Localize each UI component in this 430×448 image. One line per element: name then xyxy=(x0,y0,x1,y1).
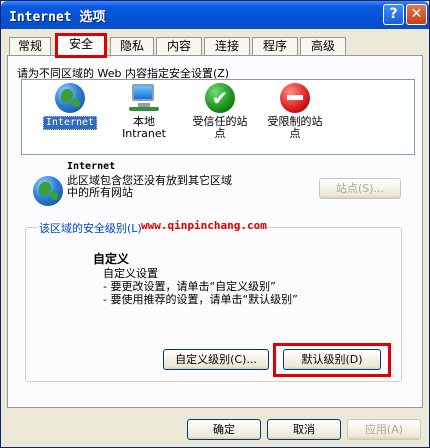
default-level-button[interactable]: 默认级别(D) xyxy=(283,349,381,370)
security-level-line: - 要使用推荐的设置，请单击“默认级别” xyxy=(103,293,298,306)
close-button[interactable]: ✕ xyxy=(406,4,427,25)
window-title: Internet 选项 xyxy=(9,10,106,25)
zone-restricted-sites[interactable]: 受限制的站 点 xyxy=(256,83,334,140)
zone-trusted-sites[interactable]: ✔ 受信任的站 点 xyxy=(181,83,259,140)
restricted-sites-icon xyxy=(280,83,310,113)
security-level-line: 自定义设置 xyxy=(103,267,158,280)
zone-local-intranet[interactable]: 本地 Intranet xyxy=(105,83,183,140)
tab-general[interactable]: 常规 xyxy=(9,37,51,55)
help-button[interactable]: ? xyxy=(383,4,404,25)
security-level-line: - 要更改设置，请单击“自定义级别” xyxy=(103,280,276,293)
selected-zone-title: Internet xyxy=(67,161,116,172)
title-bar[interactable]: Internet 选项 ? ✕ xyxy=(1,1,429,29)
apply-button[interactable]: 应用(A) xyxy=(347,419,421,440)
tab-connections[interactable]: 连接 xyxy=(204,37,250,55)
globe-icon xyxy=(55,83,85,113)
zone-internet-label: Internet xyxy=(42,116,98,130)
security-level-legend: 该区域的安全级别(L) xyxy=(37,220,144,236)
tab-security[interactable]: 安全 xyxy=(55,33,107,58)
internet-options-window: Internet 选项 ? ✕ 常规 安全 隐私 内容 连接 程序 高级 请为不… xyxy=(0,0,430,448)
custom-level-button[interactable]: 自定义级别(C)... xyxy=(163,349,269,370)
tab-content[interactable]: 内容 xyxy=(156,37,202,55)
ok-button[interactable]: 确定 xyxy=(187,419,261,440)
watermark-text: www.qinpinchang.com xyxy=(141,219,267,232)
zone-local-intranet-label: 本地 Intranet xyxy=(122,115,166,140)
zone-restricted-sites-label: 受限制的站 点 xyxy=(267,115,323,140)
trusted-sites-icon: ✔ xyxy=(205,83,235,113)
tab-advanced[interactable]: 高级 xyxy=(300,37,346,55)
zone-internet[interactable]: Internet xyxy=(31,83,109,130)
security-level-description: 自定义设置 - 要更改设置，请单击“自定义级别” - 要使用推荐的设置，请单击“… xyxy=(103,267,298,306)
tab-programs[interactable]: 程序 xyxy=(252,37,298,55)
sites-button[interactable]: 站点(S)... xyxy=(319,178,401,199)
tab-privacy[interactable]: 隐私 xyxy=(110,37,154,55)
selected-zone-globe-icon xyxy=(33,176,63,206)
selected-zone-description: 此区域包含您还没有放到其它区域 中的所有网站 xyxy=(67,174,232,199)
zone-trusted-sites-label: 受信任的站 点 xyxy=(192,115,248,140)
local-intranet-icon xyxy=(129,83,159,113)
cancel-button[interactable]: 取消 xyxy=(267,419,341,440)
security-level-name: 自定义 xyxy=(93,252,130,266)
